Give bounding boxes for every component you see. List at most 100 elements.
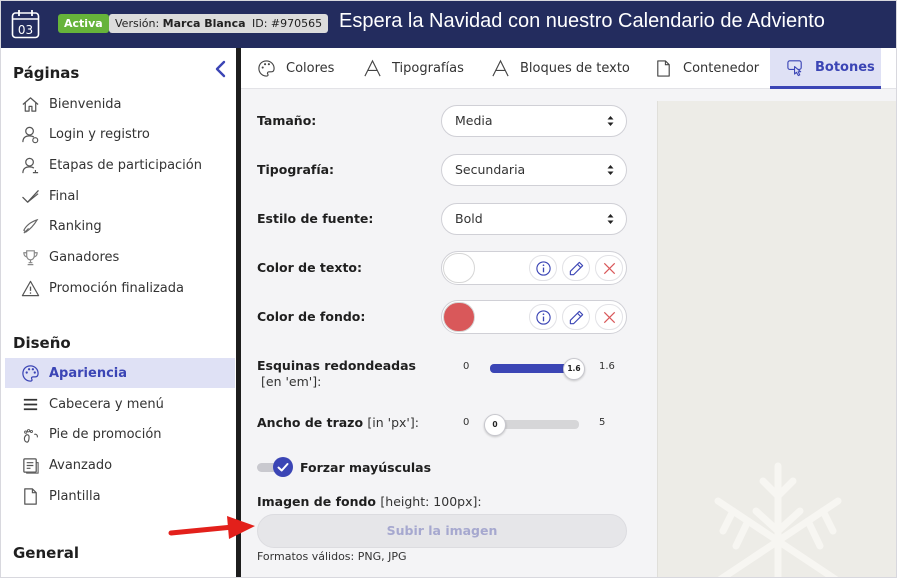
arrow-annotation-icon (168, 516, 255, 539)
trophy-icon (23, 249, 38, 265)
advanced-icon (23, 457, 39, 474)
select-arrows-icon (607, 214, 614, 224)
palette-icon (22, 364, 39, 382)
sidebar-item-label: Apariencia (49, 365, 128, 381)
sidebar-item-final[interactable]: Final (5, 181, 235, 211)
promotion-title: Espera la Navidad con nuestro Calendario… (339, 10, 825, 32)
sidebar-item-ganadores[interactable]: Ganadores (5, 242, 235, 272)
calendar-day: 03 (18, 23, 33, 37)
sidebar-item-cabecera[interactable]: Cabecera y menú (5, 389, 235, 419)
tab-label: Tipografías (392, 61, 464, 76)
font-label: Tipografía: (257, 162, 335, 177)
radius-track[interactable]: 1.6 (490, 358, 585, 380)
info-button[interactable] (529, 304, 557, 330)
info-icon (535, 260, 551, 276)
sidebar-item-label: Final (49, 188, 79, 204)
user-icon (22, 126, 39, 143)
section-title-design: Diseño (13, 334, 71, 352)
font-style-value: Bold (455, 211, 483, 226)
version-label: Versión: (115, 17, 160, 30)
home-icon (22, 96, 39, 112)
stroke-min: 0 (463, 417, 470, 428)
uppercase-label: Forzar mayúsculas (300, 460, 432, 475)
sidebar-item-login[interactable]: Login y registro (5, 119, 235, 149)
radius-slider[interactable]: 0 1.6 1.6 (441, 355, 631, 380)
footprint-icon (23, 428, 38, 443)
text-color-picker (441, 251, 627, 285)
check-icon (22, 189, 39, 203)
stroke-slider[interactable]: 0 0 5 (441, 411, 631, 436)
radius-label: Esquinas redondeadas (257, 358, 416, 373)
typography-icon (364, 59, 381, 77)
radius-unit: [en 'em']: (261, 374, 322, 389)
bg-color-swatch[interactable] (443, 302, 475, 332)
tab-colores[interactable]: Colores (257, 48, 334, 89)
font-value: Secundaria (455, 162, 526, 177)
radius-max: 1.6 (599, 361, 615, 372)
sidebar-item-label: Ganadores (49, 249, 120, 265)
tab-label: Bloques de texto (520, 61, 630, 76)
check-icon (277, 463, 289, 472)
sidebar-item-ranking[interactable]: Ranking (5, 211, 235, 241)
clear-color-button[interactable] (595, 304, 623, 330)
top-bar: 03 Activa Versión: Marca Blanca ID: #970… (1, 1, 896, 48)
sidebar-item-etapas[interactable]: Etapas de participación (5, 150, 235, 180)
sidebar-item-label: Pie de promoción (49, 426, 162, 442)
size-value: Media (455, 113, 493, 128)
pointer-icon (787, 59, 802, 76)
sidebar-item-label: Login y registro (49, 126, 150, 142)
font-style-select[interactable]: Bold (441, 203, 627, 235)
sidebar-item-label: Etapas de participación (49, 157, 202, 173)
eyedropper-button[interactable] (562, 304, 590, 330)
select-arrows-icon (607, 165, 614, 175)
font-select[interactable]: Secundaria (441, 154, 627, 186)
version-badge: Versión: Marca Blanca (109, 14, 252, 33)
size-select[interactable]: Media (441, 105, 627, 137)
stroke-max: 5 (599, 417, 606, 428)
size-label: Tamaño: (257, 113, 317, 128)
button-settings-panel: Tamaño: Media Tipografía: Secundaria Est… (241, 89, 642, 577)
stroke-thumb[interactable]: 0 (484, 414, 506, 436)
tab-botones[interactable]: Botones (770, 48, 881, 89)
bg-color-picker (441, 300, 627, 334)
preview-area (642, 89, 896, 577)
close-icon (603, 311, 615, 323)
text-color-swatch[interactable] (443, 253, 475, 283)
sidebar-item-label: Bienvenida (49, 96, 122, 112)
sidebar-item-plantilla[interactable]: Plantilla (5, 481, 235, 511)
tab-tipografias[interactable]: Tipografías (363, 48, 464, 89)
tab-contenedor[interactable]: Contenedor (654, 48, 759, 89)
bg-color-label: Color de fondo: (257, 309, 366, 324)
app-window: 03 Activa Versión: Marca Blanca ID: #970… (0, 0, 897, 578)
sidebar-item-finalizada[interactable]: Promoción finalizada (5, 273, 235, 303)
sidebar-item-pie[interactable]: Pie de promoción (5, 419, 235, 449)
text-color-label: Color de texto: (257, 260, 363, 275)
status-badge: Activa (58, 14, 109, 33)
stroke-track[interactable]: 0 (484, 414, 579, 436)
clear-color-button[interactable] (595, 255, 623, 281)
eyedropper-button[interactable] (562, 255, 590, 281)
info-button[interactable] (529, 255, 557, 281)
palette-icon (258, 60, 275, 77)
bg-image-hint: [height: 100px]: (380, 494, 482, 509)
document-icon (657, 60, 670, 77)
typography-icon (492, 59, 509, 77)
bg-image-label: Imagen de fondo (257, 494, 377, 509)
sidebar-item-label: Plantilla (49, 488, 101, 504)
sidebar-item-bienvenida[interactable]: Bienvenida (5, 89, 235, 119)
uppercase-toggle[interactable] (257, 457, 293, 477)
upload-image-button[interactable]: Subir la imagen (257, 514, 627, 548)
warning-icon (21, 280, 40, 296)
tab-label: Colores (286, 61, 335, 76)
chevron-left-icon[interactable] (213, 60, 229, 78)
snowflake-decoration (714, 462, 842, 577)
sidebar: Páginas Bienvenida Login y registro Etap… (1, 48, 237, 577)
tab-label: Contenedor (683, 61, 760, 76)
sidebar-item-avanzado[interactable]: Avanzado (5, 450, 235, 480)
radius-thumb[interactable]: 1.6 (563, 358, 585, 380)
document-icon (24, 487, 37, 505)
sidebar-item-label: Avanzado (49, 457, 113, 473)
sidebar-item-apariencia[interactable]: Apariencia (5, 358, 235, 388)
valid-formats-text: Formatos válidos: PNG, JPG (257, 550, 407, 563)
tab-bloques-de-texto[interactable]: Bloques de texto (491, 48, 630, 89)
